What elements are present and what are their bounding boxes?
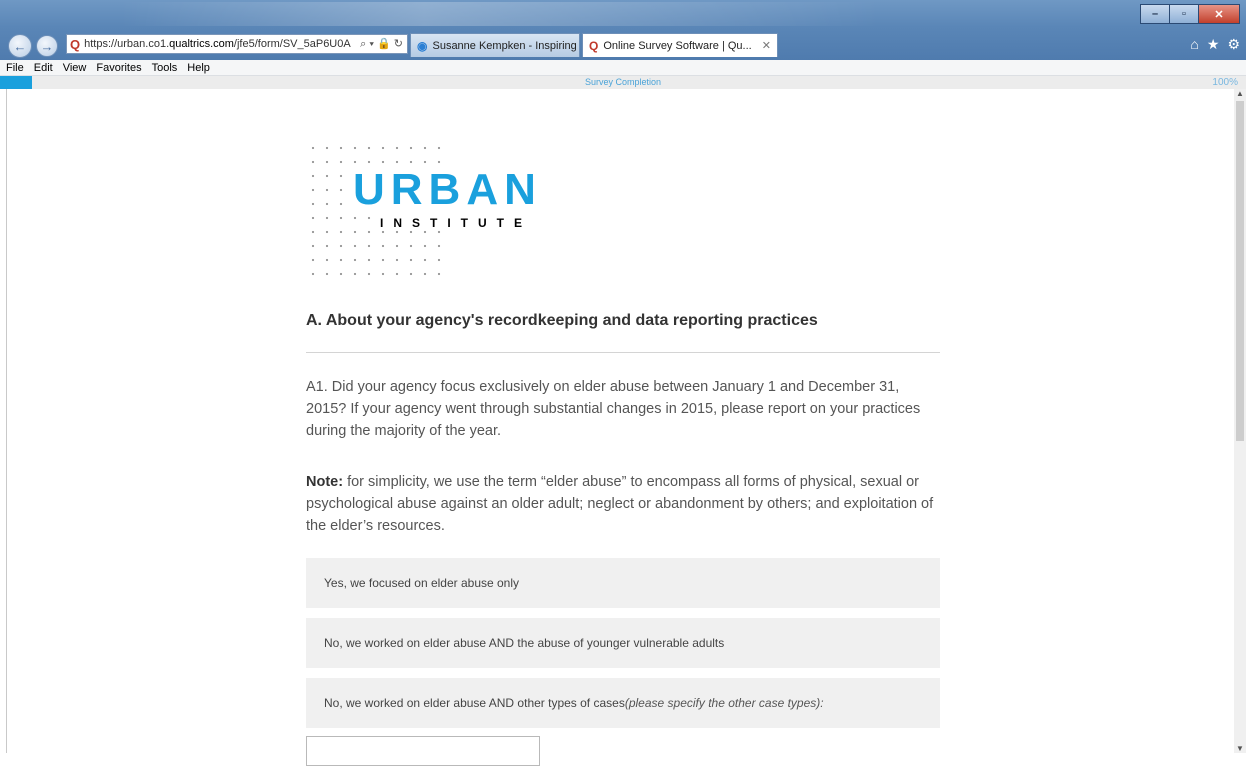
settings-gear-icon[interactable]: ⚙ — [1227, 36, 1240, 53]
qualtrics-favicon-icon: Q — [70, 36, 81, 52]
section-title: A. About your agency's recordkeeping and… — [306, 312, 818, 329]
menu-help[interactable]: Help — [187, 62, 210, 74]
question-note: Note: for simplicity, we use the term “e… — [306, 471, 940, 537]
home-icon[interactable]: ⌂ — [1190, 36, 1198, 53]
window-titlebar: – ▫ ✕ ← → Q https://urban.co1.qualtrics.… — [0, 0, 1246, 60]
progress-percent: 100% — [1212, 77, 1238, 88]
choice-label: Yes, we focused on elder abuse only — [324, 576, 520, 590]
page-left-border — [6, 89, 7, 753]
back-button[interactable]: ← — [8, 34, 32, 58]
titlebar-glass — [120, 2, 880, 26]
scroll-up-icon[interactable]: ▲ — [1236, 89, 1244, 98]
survey-progress-bar: Survey Completion 100% — [0, 76, 1246, 89]
scrollbar-thumb[interactable] — [1236, 101, 1244, 441]
url-prefix: https://urban.co1. — [84, 38, 170, 50]
choice-elder-and-other-cases[interactable]: No, we worked on elder abuse AND other t… — [306, 678, 940, 728]
note-text: for simplicity, we use the term “elder a… — [306, 474, 934, 534]
browser-toolbar-icons: ⌂ ★ ⚙ — [1190, 36, 1240, 53]
menu-tools[interactable]: Tools — [152, 62, 178, 74]
restore-button[interactable]: ▫ — [1169, 4, 1199, 24]
vertical-scrollbar[interactable]: ▲ ▼ — [1234, 89, 1246, 753]
address-bar[interactable]: Q https://urban.co1.qualtrics.com/jfe5/f… — [66, 34, 408, 54]
other-case-types-input[interactable] — [306, 736, 540, 766]
choice-elder-and-younger-vulnerable[interactable]: No, we worked on elder abuse AND the abu… — [306, 618, 940, 668]
section-divider — [306, 352, 940, 353]
logo-word-institute: INSTITUTE — [378, 216, 534, 230]
window-controls: – ▫ ✕ — [1140, 4, 1240, 24]
tab-label: Online Survey Software | Qu... — [603, 39, 752, 52]
favorites-star-icon[interactable]: ★ — [1207, 36, 1220, 53]
question-text: A1. Did your agency focus exclusively on… — [306, 379, 921, 439]
menu-favorites[interactable]: Favorites — [96, 62, 141, 74]
url-domain: qualtrics.com — [169, 38, 234, 50]
url-path: /jfe5/form/SV_5aP6U0A — [233, 38, 351, 50]
menu-file[interactable]: File — [6, 62, 24, 74]
forward-arrow-icon: → — [40, 38, 54, 54]
tab-online-survey-software[interactable]: Q Online Survey Software | Qu... ✕ — [582, 33, 778, 57]
choice-italic-hint: (please specify the other case types): — [624, 696, 824, 710]
back-arrow-icon: ← — [13, 38, 27, 54]
menu-edit[interactable]: Edit — [34, 62, 53, 74]
progress-label: Survey Completion — [584, 77, 662, 87]
minimize-button[interactable]: – — [1140, 4, 1170, 24]
address-url[interactable]: https://urban.co1.qualtrics.com/jfe5/for… — [84, 38, 360, 50]
tab-susanne-kempken[interactable]: ◉ Susanne Kempken - Inspiring ... — [410, 33, 580, 57]
note-label: Note: — [306, 474, 344, 490]
menu-bar: File Edit View Favorites Tools Help — [0, 60, 1246, 76]
qualtrics-favicon-icon: Q — [589, 38, 599, 53]
address-tools[interactable]: ⌕ ▾ 🔒 ↻ — [360, 37, 407, 51]
choice-elder-abuse-only[interactable]: Yes, we focused on elder abuse only — [306, 558, 940, 608]
urban-institute-logo: URBAN INSTITUTE — [306, 141, 546, 281]
close-tab-icon[interactable]: ✕ — [762, 39, 771, 52]
choice-label: No, we worked on elder abuse AND the abu… — [324, 636, 725, 650]
logo-word-urban: URBAN — [351, 165, 544, 214]
choice-label: No, we worked on elder abuse AND other t… — [324, 696, 625, 710]
menu-view[interactable]: View — [63, 62, 87, 74]
close-window-button[interactable]: ✕ — [1198, 4, 1240, 24]
tab-label: Susanne Kempken - Inspiring ... — [432, 39, 580, 52]
site-favicon-icon: ◉ — [417, 38, 428, 53]
forward-button[interactable]: → — [36, 35, 58, 57]
scroll-down-icon[interactable]: ▼ — [1236, 744, 1244, 753]
